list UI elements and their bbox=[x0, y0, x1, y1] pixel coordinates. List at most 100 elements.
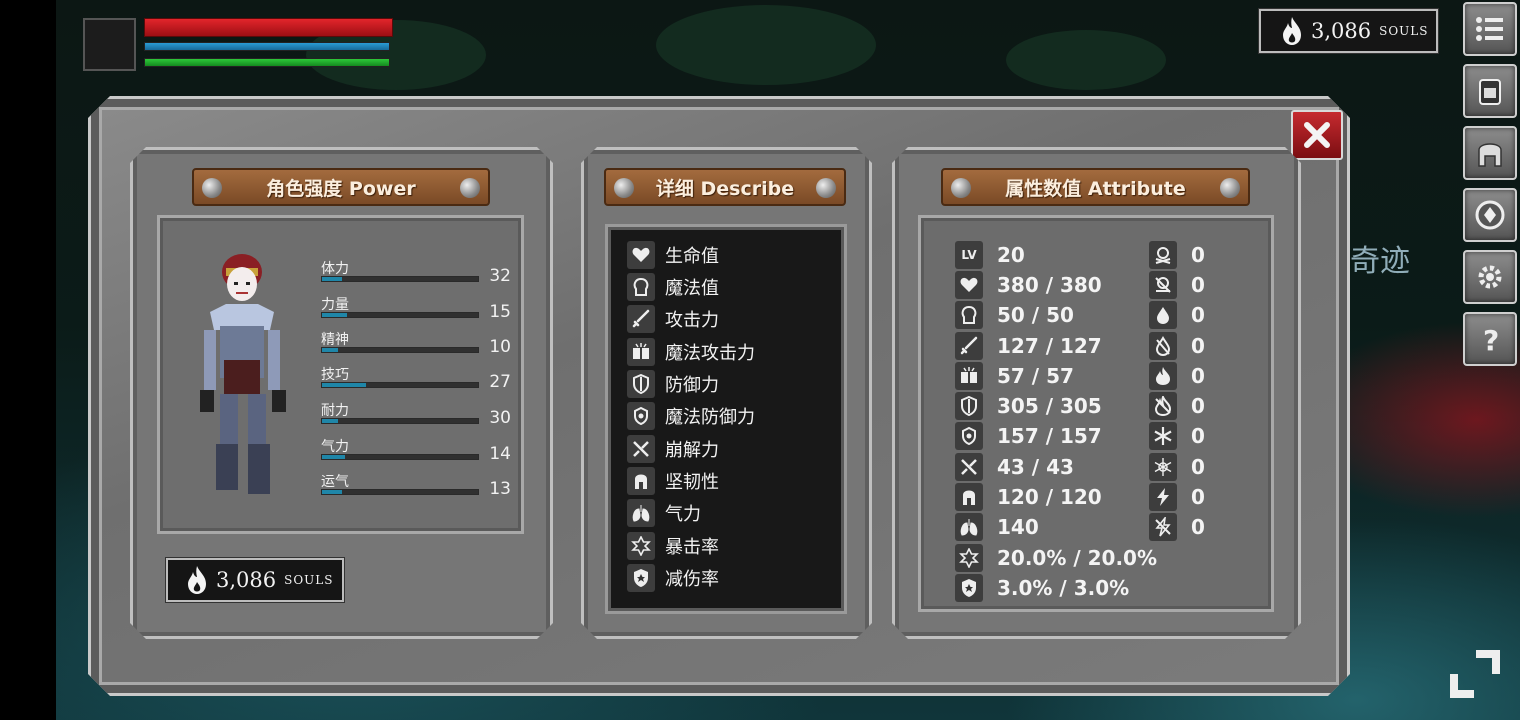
close-icon bbox=[1304, 122, 1330, 148]
attribute-value: 380 / 380 bbox=[997, 273, 1102, 297]
fire-icon bbox=[1149, 362, 1177, 390]
attribute-critical: 20.0% / 20.0% bbox=[955, 544, 1157, 572]
describe-label: 魔法攻击力 bbox=[665, 343, 755, 364]
describe-label: 暴击率 bbox=[665, 537, 719, 558]
attribute-damage-reduction: 3.0% / 3.0% bbox=[955, 574, 1129, 602]
attribute-toxic: 0 bbox=[1149, 271, 1205, 299]
attribute-value: 140 bbox=[997, 515, 1039, 539]
attribute-hp: 380 / 380 bbox=[955, 271, 1102, 299]
rivet-icon bbox=[1220, 178, 1240, 198]
describe-item: 魔法攻击力 bbox=[627, 337, 755, 367]
rivet-icon bbox=[460, 178, 480, 198]
attribute-value: 0 bbox=[1191, 303, 1205, 327]
souls-counter: 3,086 SOULS bbox=[1258, 8, 1439, 54]
stat-value: 10 bbox=[489, 337, 511, 357]
poison-icon bbox=[1149, 241, 1177, 269]
expand-icon[interactable] bbox=[1446, 646, 1504, 702]
covenant-button[interactable] bbox=[1463, 188, 1517, 242]
head-icon bbox=[627, 273, 655, 301]
attribute-stamina: 140 bbox=[955, 513, 1039, 541]
stat-stamina: 气力 14 bbox=[321, 436, 511, 464]
stat-strength: 力量 15 bbox=[321, 294, 511, 322]
stat-bar bbox=[321, 276, 479, 282]
damage-reduction-icon bbox=[955, 574, 983, 602]
describe-item: 坚韧性 bbox=[627, 466, 719, 496]
attribute-value: 43 / 43 bbox=[997, 455, 1074, 479]
stat-bar-fill bbox=[322, 348, 338, 352]
heart-icon bbox=[955, 271, 983, 299]
lightning-resist-icon bbox=[1149, 513, 1177, 541]
health-bar bbox=[144, 18, 393, 37]
attribute-value: 50 / 50 bbox=[997, 303, 1074, 327]
heart-icon bbox=[627, 241, 655, 269]
close-button[interactable] bbox=[1291, 110, 1343, 160]
describe-label: 气力 bbox=[665, 504, 701, 525]
attribute-value: 0 bbox=[1191, 485, 1205, 509]
spellbook-icon bbox=[627, 338, 655, 366]
attribute-toughness: 120 / 120 bbox=[955, 483, 1102, 511]
soul-flame-icon bbox=[188, 566, 206, 594]
attribute-fire-resist: 0 bbox=[1149, 392, 1205, 420]
attribute-lightning: 0 bbox=[1149, 483, 1205, 511]
rivet-icon bbox=[202, 178, 222, 198]
lightning-icon bbox=[1149, 483, 1177, 511]
stat-bar-fill bbox=[322, 313, 347, 317]
attribute-value: 127 / 127 bbox=[997, 334, 1102, 358]
attribute-magic-attack: 57 / 57 bbox=[955, 362, 1074, 390]
poise-break-icon bbox=[627, 435, 655, 463]
stat-spirit: 精神 10 bbox=[321, 329, 511, 357]
player-portrait[interactable] bbox=[83, 18, 136, 71]
help-button[interactable]: ? bbox=[1463, 312, 1517, 366]
stat-skill: 技巧 27 bbox=[321, 364, 511, 392]
describe-label: 魔法防御力 bbox=[665, 407, 755, 428]
describe-title-plank: 详细 Describe bbox=[604, 168, 846, 206]
equipment-button[interactable] bbox=[1463, 126, 1517, 180]
foliage bbox=[1006, 30, 1166, 90]
describe-label: 坚韧性 bbox=[665, 472, 719, 493]
power-title-plank: 角色强度 Power bbox=[192, 168, 490, 206]
stamina-bar bbox=[144, 58, 390, 67]
stat-bar-fill bbox=[322, 490, 343, 494]
magic-shield-icon bbox=[955, 422, 983, 450]
attribute-value: 0 bbox=[1191, 243, 1205, 267]
souls-label: SOULS bbox=[1379, 24, 1429, 38]
attribute-mp: 50 / 50 bbox=[955, 301, 1074, 329]
attribute-title: 属性数值 Attribute bbox=[1005, 177, 1186, 200]
power-title: 角色强度 Power bbox=[266, 177, 416, 200]
inventory-button[interactable] bbox=[1463, 64, 1517, 118]
stat-name: 运气 bbox=[321, 474, 349, 490]
souls-value: 3,086 bbox=[1311, 19, 1372, 43]
rivet-icon bbox=[614, 178, 634, 198]
attribute-frost: 0 bbox=[1149, 422, 1205, 450]
critical-icon bbox=[955, 544, 983, 572]
attribute-level: LV 20 bbox=[955, 241, 1025, 269]
damage-reduction-icon bbox=[627, 564, 655, 592]
level-label: LV bbox=[961, 248, 977, 262]
menu-icon bbox=[1476, 17, 1503, 41]
mana-bar bbox=[144, 42, 390, 51]
level-icon: LV bbox=[955, 241, 983, 269]
describe-label: 魔法值 bbox=[665, 278, 719, 299]
attribute-value: 0 bbox=[1191, 455, 1205, 479]
attribute-value: 0 bbox=[1191, 273, 1205, 297]
stat-name: 体力 bbox=[321, 261, 349, 277]
stat-bar-fill bbox=[322, 277, 343, 281]
stat-luck: 运气 13 bbox=[321, 471, 511, 499]
shield-icon bbox=[955, 392, 983, 420]
souls-value: 3,086 bbox=[216, 568, 277, 592]
head-icon bbox=[955, 301, 983, 329]
stat-value: 14 bbox=[489, 444, 511, 464]
attribute-attack: 127 / 127 bbox=[955, 332, 1102, 360]
gear-icon bbox=[1478, 265, 1502, 289]
attribute-magic-defense: 157 / 157 bbox=[955, 422, 1102, 450]
stat-bar bbox=[321, 347, 479, 353]
stat-vitality: 体力 32 bbox=[321, 258, 511, 286]
settings-button[interactable] bbox=[1463, 250, 1517, 304]
stat-name: 耐力 bbox=[321, 403, 349, 419]
attribute-value: 0 bbox=[1191, 364, 1205, 388]
main-menu-button[interactable] bbox=[1463, 2, 1517, 56]
attribute-poise-break: 43 / 43 bbox=[955, 453, 1074, 481]
describe-item: 减伤率 bbox=[627, 563, 719, 593]
attribute-value: 20 bbox=[997, 243, 1025, 267]
stat-value: 30 bbox=[489, 408, 511, 428]
